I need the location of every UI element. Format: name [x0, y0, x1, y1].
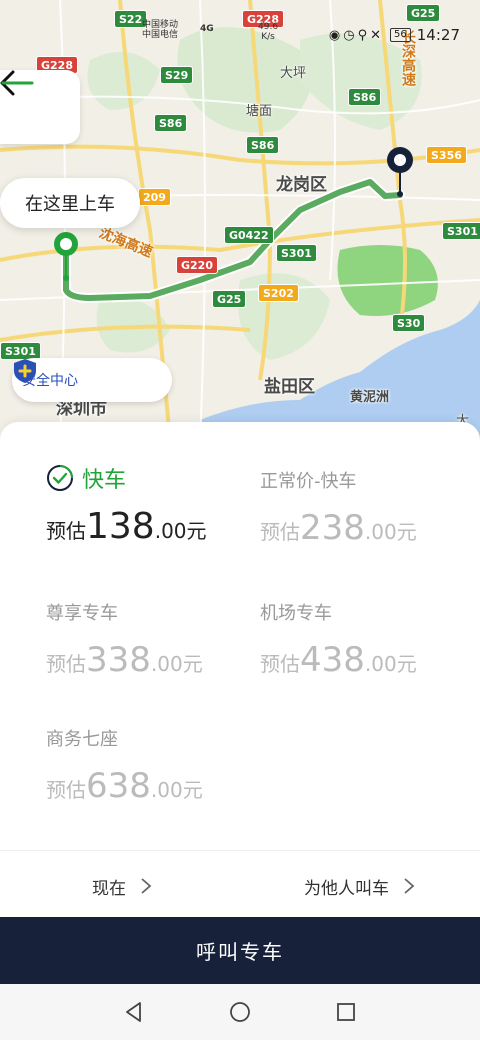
system-nav-bar [0, 984, 480, 1040]
price-prefix: 预估 [46, 519, 86, 543]
road-shield: S86 [246, 136, 280, 154]
status-bar: 中国移动 中国电信 4G 49.6 K/s ◉◷⚲✕ 56 14:27 [0, 0, 480, 44]
clock: 14:27 [416, 26, 460, 44]
car-option-title: 机场专车 [260, 598, 417, 626]
carrier-info: 中国移动 中国电信 [142, 20, 178, 40]
speed-unit: K/s [261, 32, 275, 42]
carrier-name-1: 中国移动 [142, 20, 179, 30]
price-prefix: 预估 [260, 652, 300, 676]
road-shield: S86 [348, 88, 382, 106]
price-decimal: .00元 [150, 652, 203, 676]
car-option-price: 预估 138 .00元 [46, 506, 207, 547]
car-option-price: 预估 638 .00元 [46, 766, 203, 806]
map-label-place: 塘面 [246, 104, 273, 119]
safety-shield-icon [14, 359, 36, 383]
price-integer: 238 [300, 508, 365, 548]
call-for-others-label: 为他人叫车 [304, 878, 389, 899]
price-prefix: 预估 [46, 652, 86, 676]
call-car-button[interactable]: 呼叫专车 [0, 917, 480, 984]
divider [0, 850, 480, 851]
car-option-express[interactable]: 快车 预估 138 .00元 [46, 464, 207, 547]
road-shield: S29 [160, 66, 194, 84]
car-option-title: 快车 [46, 464, 207, 493]
status-icons: ◉◷⚲✕ [328, 27, 385, 43]
network-speed: 49.6 K/s [258, 22, 278, 42]
car-option-name: 商务七座 [46, 729, 118, 750]
car-option-regular-express[interactable]: 正常价-快车 预估 238 .00元 [260, 466, 417, 548]
price-integer: 138 [86, 506, 155, 547]
ride-hailing-screen: 龙岗区 盐田区 深圳市 黄泥洲 大坪 塘面 大鹏 沈海高速 长深高速 S22 S… [0, 0, 480, 1040]
road-shield: S202 [258, 284, 299, 302]
road-shield: G25 [212, 290, 247, 308]
car-option-price: 预估 338 .00元 [46, 640, 203, 680]
departure-time-label: 现在 [92, 878, 126, 899]
carrier-name-2: 中国电信 [142, 30, 179, 40]
road-shield: S356 [426, 146, 467, 164]
call-for-others-button[interactable]: 为他人叫车 [304, 866, 415, 906]
price-decimal: .00元 [150, 778, 203, 802]
car-option-title: 尊享专车 [46, 598, 203, 626]
check-circle-icon [47, 465, 73, 491]
chevron-right-icon [404, 878, 415, 894]
car-option-title: 商务七座 [46, 724, 203, 752]
car-option-name: 正常价-快车 [260, 471, 357, 492]
road-shield: 209 [138, 188, 171, 206]
departure-time-button[interactable]: 现在 [92, 866, 152, 906]
price-decimal: .00元 [154, 519, 207, 543]
map-label-place: 黄泥洲 [350, 390, 390, 405]
road-shield: G220 [176, 256, 218, 274]
car-option-name: 快车 [82, 468, 127, 493]
back-arrow-icon [0, 70, 34, 96]
map-label-district: 龙岗区 [276, 175, 327, 195]
nav-back-icon[interactable] [122, 1000, 146, 1024]
car-option-business-7-seat[interactable]: 商务七座 预估 638 .00元 [46, 724, 203, 806]
price-integer: 338 [86, 640, 151, 680]
nav-recents-icon[interactable] [334, 1000, 358, 1024]
car-option-price: 预估 238 .00元 [260, 508, 417, 548]
price-integer: 638 [86, 766, 151, 806]
safety-center-button[interactable]: 安全中心 [12, 358, 172, 402]
map-label-district: 盐田区 [264, 377, 315, 397]
car-option-airport[interactable]: 机场专车 预估 438 .00元 [260, 598, 417, 680]
road-shield: S301 [442, 222, 480, 240]
car-option-title: 正常价-快车 [260, 466, 417, 494]
speed-value: 49.6 [258, 22, 279, 32]
chevron-right-icon [141, 878, 152, 894]
nav-home-icon[interactable] [228, 1000, 252, 1024]
price-prefix: 预估 [46, 778, 86, 802]
battery-icon: 56 [390, 28, 411, 42]
back-button[interactable] [0, 70, 80, 144]
signal-label: 4G [200, 24, 214, 34]
car-option-price: 预估 438 .00元 [260, 640, 417, 680]
price-prefix: 预估 [260, 520, 300, 544]
road-shield: S301 [276, 244, 317, 262]
pickup-point-bubble[interactable]: 在这里上车 [0, 178, 140, 228]
map-view[interactable]: 龙岗区 盐田区 深圳市 黄泥洲 大坪 塘面 大鹏 沈海高速 长深高速 S22 S… [0, 0, 480, 440]
price-decimal: .00元 [364, 520, 417, 544]
price-decimal: .00元 [364, 652, 417, 676]
road-shield: S86 [154, 114, 188, 132]
map-label-place: 大坪 [280, 66, 307, 81]
price-integer: 438 [300, 640, 365, 680]
road-shield: S30 [392, 314, 426, 332]
status-right: ◉◷⚲✕ 56 14:27 [329, 26, 460, 44]
car-option-name: 尊享专车 [46, 603, 118, 624]
road-shield: G0422 [224, 226, 274, 244]
car-option-name: 机场专车 [260, 603, 332, 624]
car-option-premier[interactable]: 尊享专车 预估 338 .00元 [46, 598, 203, 680]
